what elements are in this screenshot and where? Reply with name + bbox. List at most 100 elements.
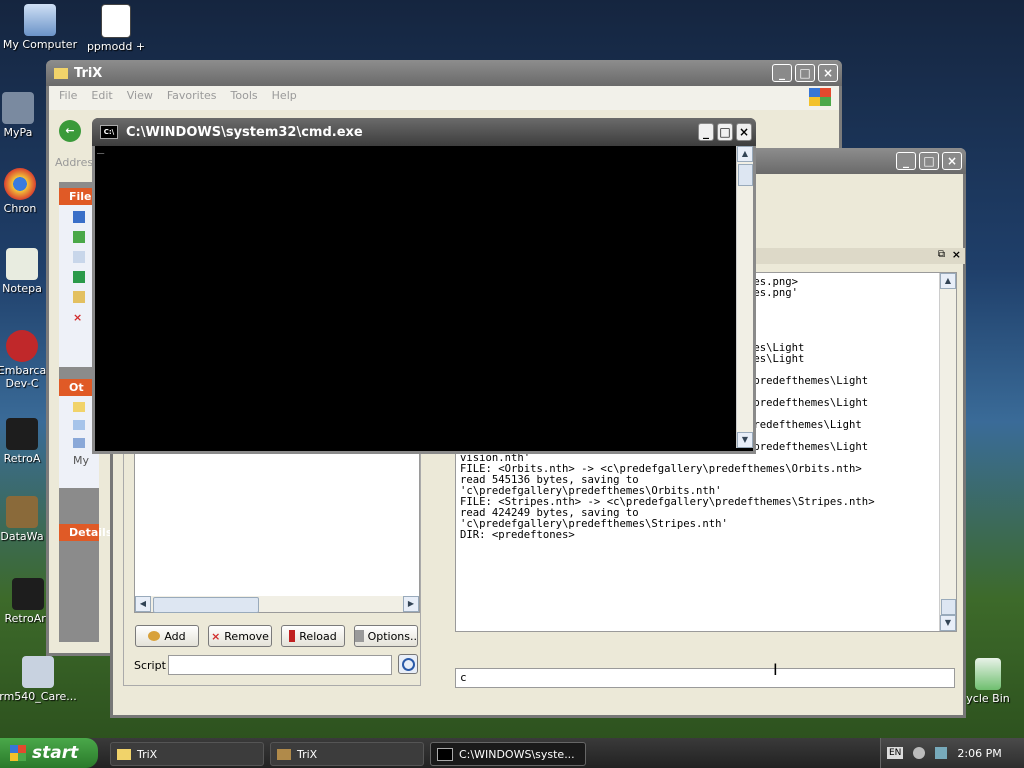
my-label[interactable]: My (73, 454, 89, 467)
task-icon[interactable] (73, 291, 85, 303)
folder-icon (54, 67, 68, 79)
reload-button[interactable]: Reload (281, 625, 345, 647)
task-icon[interactable] (73, 211, 85, 223)
restore-icon[interactable]: ⧉ (938, 249, 945, 260)
close-pane-icon[interactable]: × (952, 248, 961, 261)
maximize-button[interactable]: □ (717, 123, 733, 141)
text-cursor-icon: I (773, 660, 778, 679)
task-icon[interactable] (73, 251, 85, 263)
cmd-icon (437, 747, 453, 761)
taskbar-item-label: TriX (137, 747, 158, 761)
delete-icon[interactable]: × (73, 311, 85, 324)
desktop-icon-my-computer[interactable]: My Computer (0, 4, 80, 51)
minimize-button[interactable]: _ (698, 123, 714, 141)
menu-view[interactable]: View (127, 89, 153, 107)
back-button[interactable]: ← (59, 120, 81, 142)
reload-icon (289, 630, 296, 642)
explorer-menu-bar: File Edit View Favorites Tools Help (49, 86, 839, 110)
desktop-icon-label: ppmodd + ppm editor (86, 40, 147, 54)
close-button[interactable]: × (818, 64, 838, 82)
console-vertical-scrollbar[interactable]: ▲ ▼ (736, 146, 753, 448)
language-indicator[interactable]: EN (887, 747, 904, 759)
scroll-thumb[interactable] (738, 164, 753, 186)
minimize-button[interactable]: _ (896, 152, 916, 170)
menu-tools[interactable]: Tools (231, 89, 258, 107)
log-line: DIR: <predeftones> (460, 529, 575, 541)
menu-favorites[interactable]: Favorites (167, 89, 217, 107)
desktop-icon-devc[interactable]: Embarca Dev-C (0, 330, 52, 390)
desktop-icon-rm540[interactable]: rm540_Care... (0, 656, 78, 703)
folder-icon (117, 748, 131, 760)
taskbar-item-trix[interactable]: TriX (270, 742, 424, 766)
scroll-up-button[interactable]: ▲ (940, 273, 956, 289)
file-list[interactable]: ◀ ▶ (134, 449, 420, 613)
remove-icon: × (211, 629, 221, 643)
scroll-thumb[interactable] (153, 597, 259, 613)
remove-button[interactable]: × Remove (208, 625, 272, 647)
panel-details-header[interactable]: Details (59, 524, 112, 541)
menu-help[interactable]: Help (272, 89, 297, 107)
folder-icon[interactable] (73, 402, 85, 412)
horizontal-scrollbar[interactable]: ◀ ▶ (135, 596, 419, 613)
add-icon (148, 631, 161, 641)
scroll-down-button[interactable]: ▼ (940, 615, 956, 631)
desktop-icon-chrome[interactable]: Chron (0, 168, 50, 215)
desktop-icon-label: Embarca Dev-C (0, 364, 47, 390)
explorer-title: TriX (74, 65, 103, 81)
cmd-title-bar[interactable]: C:\ C:\WINDOWS\system32\cmd.exe _ □ × (92, 118, 756, 146)
desktop-icon-label: Chron (3, 202, 37, 215)
explorer-title-bar[interactable]: TriX _ □ × (46, 60, 842, 86)
taskbar-item-label: C:\WINDOWS\syste... (459, 747, 575, 761)
chrome-icon (4, 168, 36, 200)
close-button[interactable]: × (942, 152, 962, 170)
menu-edit[interactable]: Edit (91, 89, 112, 107)
desktop-icon-ppmodd[interactable]: ppmodd + ppm editor (76, 4, 156, 54)
add-button[interactable]: Add (135, 625, 199, 647)
maximize-button[interactable]: □ (919, 152, 939, 170)
tray-network-icon[interactable] (935, 747, 948, 759)
scroll-left-button[interactable]: ◀ (135, 596, 151, 612)
console-area[interactable]: _ (95, 140, 735, 448)
minimize-button[interactable]: _ (772, 64, 792, 82)
script-input[interactable] (168, 655, 392, 675)
desktop-icon-datawa[interactable]: DataWa (0, 496, 52, 543)
cmd-icon: C:\ (100, 125, 118, 139)
console-cursor: _ (97, 140, 105, 154)
desktop-icon-recycle-bin[interactable]: ycle Bin (958, 658, 1018, 705)
maximize-button[interactable]: □ (795, 64, 815, 82)
app-icon (22, 656, 54, 688)
folder-icon[interactable] (73, 420, 85, 430)
task-icon[interactable] (73, 271, 85, 283)
scroll-up-button[interactable]: ▲ (737, 146, 753, 162)
system-tray: EN 2:06 PM (880, 738, 1024, 768)
archive-icon (101, 4, 131, 38)
desktop-icon-mypa[interactable]: MyPa (0, 92, 48, 139)
log-vertical-scrollbar[interactable]: ▲ ▼ (939, 273, 956, 631)
notepad-icon (6, 248, 38, 280)
gamepad-icon (6, 418, 38, 450)
desktop-icon-label: RetroA (3, 452, 41, 465)
cmd-window[interactable]: C:\ C:\WINDOWS\system32\cmd.exe _ □ × _ … (92, 118, 756, 454)
tray-icon[interactable] (913, 747, 926, 759)
command-input[interactable]: c (455, 668, 955, 688)
search-button[interactable] (398, 654, 418, 674)
desktop-icon-label: RetroArc (4, 612, 52, 625)
desktop-icon-label: rm540_Care... (0, 690, 77, 703)
taskbar-item-explorer[interactable]: TriX (110, 742, 264, 766)
menu-file[interactable]: File (59, 89, 77, 107)
clock[interactable]: 2:06 PM (957, 747, 1001, 760)
scroll-thumb[interactable] (941, 599, 956, 615)
scroll-right-button[interactable]: ▶ (403, 596, 419, 612)
options-label: Options.. (367, 629, 417, 643)
taskbar-item-cmd[interactable]: C:\WINDOWS\syste... (430, 742, 586, 766)
cmd-title: C:\WINDOWS\system32\cmd.exe (126, 124, 363, 140)
desktop-icon-notepad[interactable]: Notepa (0, 248, 52, 295)
close-button[interactable]: × (736, 123, 752, 141)
desktop-icon-label: My Computer (2, 38, 78, 51)
options-button[interactable]: Options.. (354, 625, 418, 647)
task-icon[interactable] (73, 231, 85, 243)
desktop-icon-retroa[interactable]: RetroA (0, 418, 52, 465)
start-button[interactable]: start (0, 738, 98, 768)
computer-icon[interactable] (73, 438, 85, 448)
scroll-down-button[interactable]: ▼ (737, 432, 753, 448)
